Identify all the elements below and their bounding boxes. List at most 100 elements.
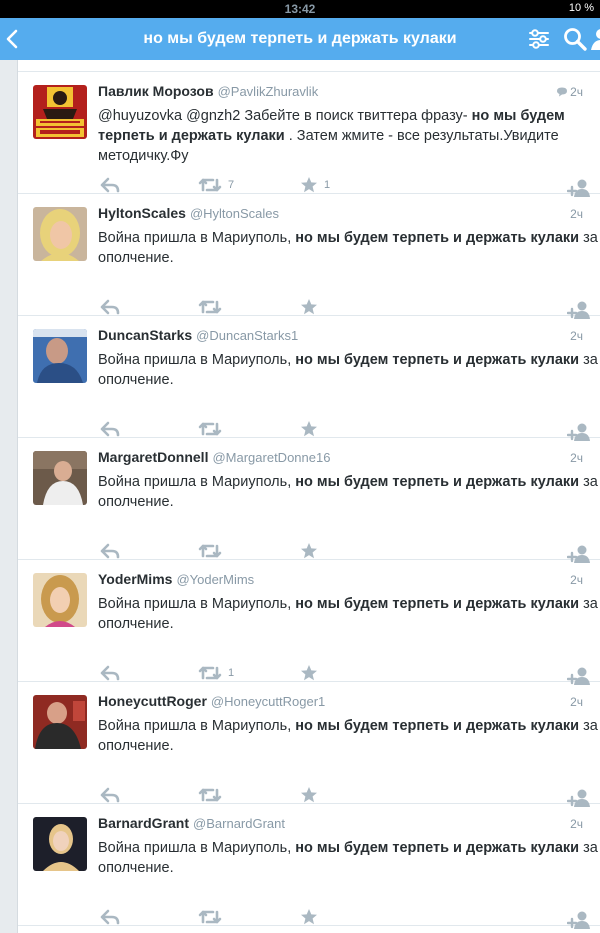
tweet-actions (100, 907, 580, 929)
reply-button[interactable] (100, 419, 120, 439)
reply-button[interactable] (100, 907, 120, 927)
star-icon (300, 664, 318, 682)
retweet-button[interactable] (198, 419, 228, 439)
tweet-text-pre: @huyuzovka @gnzh2 Забейте в поиск твитте… (98, 108, 472, 124)
star-icon (300, 298, 318, 316)
star-icon (300, 786, 318, 804)
tweet-text: Война пришла в Мариуполь, но мы будем те… (98, 594, 598, 634)
favorite-button[interactable] (300, 785, 324, 805)
favorite-count: 1 (324, 179, 331, 191)
reply-icon (100, 299, 120, 315)
tweet-text: Война пришла в Мариуполь, но мы будем те… (98, 716, 598, 756)
reply-button[interactable] (100, 663, 120, 683)
retweet-count: 1 (228, 667, 235, 679)
reply-button[interactable] (100, 785, 120, 805)
retweet-button[interactable] (198, 297, 228, 317)
tweet-time: 2ч (570, 329, 583, 343)
conversation-icon (556, 86, 568, 100)
search-icon[interactable] (562, 26, 588, 52)
retweet-icon (198, 543, 222, 559)
favorite-button[interactable] (300, 297, 324, 317)
user-name[interactable]: YoderMims (98, 571, 172, 587)
tweet-item[interactable]: DuncanStarks @DuncanStarks1 2ч Война пришла… (18, 316, 600, 441)
nav-bar: но мы будем терпеть и держать кулаки (0, 18, 600, 60)
tweet-text-pre: Война пришла в Мариуполь, (98, 596, 296, 612)
tweet-item[interactable]: HoneycuttRoger @HoneycuttRoger1 2ч Война пр… (18, 682, 600, 807)
tweet-header: BarnardGrant @BarnardGrant 2ч (98, 815, 591, 835)
user-handle[interactable]: @MargaretDonne16 (212, 450, 330, 465)
user-handle[interactable]: @HoneycuttRoger1 (211, 694, 325, 709)
avatar[interactable] (33, 573, 87, 627)
tweet-header: HyltonScales @HyltonScales 2ч (98, 205, 591, 225)
tweet-header: MargaretDonnell @MargaretDonne16 2ч (98, 449, 591, 469)
tweet-time: 2ч (570, 451, 583, 465)
reply-button[interactable] (100, 297, 120, 317)
reply-button[interactable] (100, 175, 120, 195)
user-name[interactable]: DuncanStarks (98, 327, 192, 343)
user-handle[interactable]: @HyltonScales (190, 206, 279, 221)
star-icon (300, 420, 318, 438)
user-name[interactable]: Павлик Морозов (98, 83, 214, 99)
tweet-item[interactable]: BarnardGrant @BarnardGrant 2ч Война пришла … (18, 804, 600, 929)
tweet-header: DuncanStarks @DuncanStarks1 2ч (98, 327, 591, 347)
avatar[interactable] (33, 695, 87, 749)
user-handle[interactable]: @DuncanStarks1 (196, 328, 298, 343)
tweet-item[interactable]: YoderMims @YoderMims 2ч Война пришла в Мари… (18, 560, 600, 685)
avatar[interactable] (33, 329, 87, 383)
user-handle[interactable]: @PavlikZhuravlik (218, 84, 319, 99)
tweet-time-label: 2ч (570, 329, 583, 343)
user-name[interactable]: MargaretDonnell (98, 449, 208, 465)
favorite-button[interactable]: 1 (300, 175, 330, 195)
user-handle[interactable]: @YoderMims (176, 572, 254, 587)
tweet-text-highlight: но мы будем терпеть и держать кулаки (295, 230, 580, 246)
tweet-text: Война пришла в Мариуполь, но мы будем те… (98, 838, 598, 878)
tweet-time-label: 2ч (570, 207, 583, 221)
user-name[interactable]: HyltonScales (98, 205, 186, 221)
tweet-item[interactable]: HyltonScales @HyltonScales 2ч Война пришла … (18, 194, 600, 319)
tweet-text-pre: Война пришла в Мариуполь, (98, 474, 296, 490)
retweet-count: 7 (228, 179, 235, 191)
retweet-icon (198, 177, 222, 193)
reply-icon (100, 543, 120, 559)
tweet-text: Война пришла в Мариуполь, но мы будем те… (98, 472, 598, 512)
tweet-text-highlight: но мы будем терпеть и держать кулаки (295, 840, 580, 856)
favorite-button[interactable] (300, 541, 324, 561)
retweet-icon (198, 787, 222, 803)
user-name[interactable]: BarnardGrant (98, 815, 189, 831)
retweet-button[interactable]: 1 (198, 663, 234, 683)
favorite-button[interactable] (300, 907, 324, 927)
reply-icon (100, 909, 120, 925)
reply-icon (100, 665, 120, 681)
tweet-list: Павлик Морозов @PavlikZhuravlik 2ч @huyuzov… (18, 72, 600, 929)
avatar[interactable] (33, 207, 87, 261)
tweet-text-pre: Война пришла в Мариуполь, (98, 840, 296, 856)
reply-button[interactable] (100, 541, 120, 561)
profile-icon[interactable] (591, 26, 600, 52)
retweet-button[interactable]: 7 (198, 175, 234, 195)
tweet-item[interactable]: MargaretDonnell @MargaretDonne16 2ч Война п… (18, 438, 600, 563)
user-name[interactable]: HoneycuttRoger (98, 693, 207, 709)
status-time: 13:42 (284, 2, 316, 16)
user-handle[interactable]: @BarnardGrant (193, 816, 285, 831)
retweet-button[interactable] (198, 907, 228, 927)
tweet-item[interactable]: Павлик Морозов @PavlikZhuravlik 2ч @huyuzov… (18, 72, 600, 197)
battery-level: 10 % (568, 2, 594, 14)
avatar[interactable] (33, 85, 87, 139)
avatar[interactable] (33, 451, 87, 505)
star-icon (300, 176, 318, 194)
back-chevron-icon[interactable] (2, 27, 24, 51)
search-results-timeline[interactable]: Павлик Морозов @PavlikZhuravlik 2ч @huyuzov… (17, 60, 600, 933)
tweet-text-pre: Война пришла в Мариуполь, (98, 230, 296, 246)
avatar[interactable] (33, 817, 87, 871)
search-query-title: но мы будем терпеть и держать кулаки (143, 30, 457, 47)
tweet-header: HoneycuttRoger @HoneycuttRoger1 2ч (98, 693, 591, 713)
follow-user-icon[interactable] (566, 910, 591, 930)
favorite-button[interactable] (300, 419, 324, 439)
tweet-time-label: 2ч (570, 817, 583, 831)
retweet-button[interactable] (198, 541, 228, 561)
favorite-button[interactable] (300, 663, 324, 683)
tweet-text-pre: Война пришла в Мариуполь, (98, 352, 296, 368)
tweet-time: 2ч (556, 85, 583, 100)
retweet-button[interactable] (198, 785, 228, 805)
filter-sliders-icon[interactable] (527, 27, 551, 51)
